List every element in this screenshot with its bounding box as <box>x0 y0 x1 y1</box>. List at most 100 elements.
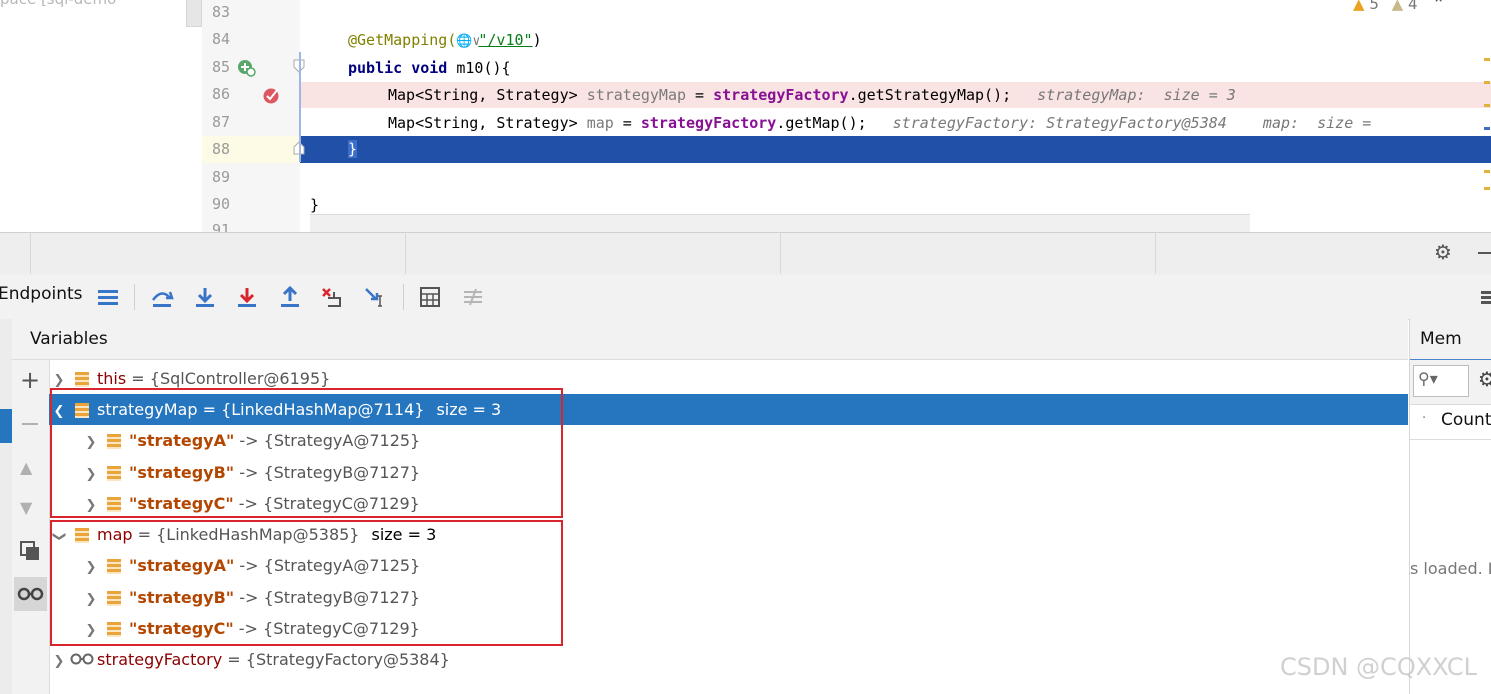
line-number: 83 <box>211 3 230 21</box>
force-step-into-icon[interactable] <box>234 284 260 310</box>
endpoint-gutter-icon[interactable] <box>236 58 256 78</box>
project-scrollbar[interactable] <box>186 0 202 27</box>
project-label: pace [sql-demo <box>0 0 116 8</box>
tab-separator <box>1155 232 1156 274</box>
closing-brace: } <box>310 196 320 214</box>
weak-warning-count: 4 <box>1407 0 1418 13</box>
memory-panel: Mem ⚲▾ ⚙ . Count s loaded. L <box>1409 319 1491 694</box>
variables-header: Variables <box>12 319 1408 360</box>
show-watches-toggle[interactable] <box>14 577 47 611</box>
call: .getStrategyMap(); <box>848 86 1012 104</box>
memory-search-input[interactable]: ⚲▾ <box>1413 365 1469 397</box>
variable: map <box>586 114 614 132</box>
layout-icon[interactable] <box>95 284 121 310</box>
loaded-text: s loaded. L <box>1410 559 1491 578</box>
inspection-widget[interactable]: ▲ 5 ▲ 4 ⌃ <box>1353 0 1445 13</box>
memory-tab-label: Mem <box>1420 329 1462 349</box>
globe-icon[interactable]: 🌐∨ <box>456 28 480 55</box>
variable-value: {SqlController@6195} <box>149 369 331 388</box>
layout-settings-icon[interactable] <box>1472 284 1491 310</box>
mapping-path[interactable]: "/v10" <box>478 31 532 49</box>
tab-separator <box>405 232 406 274</box>
keywords: public void <box>348 59 448 77</box>
count-column-header[interactable]: Count <box>1441 410 1491 430</box>
chevron-up-icon[interactable]: ⌃ <box>1432 0 1445 13</box>
minimize-icon[interactable] <box>1478 252 1491 254</box>
eq: = <box>686 86 714 104</box>
line-number: 84 <box>211 30 230 48</box>
project-tree[interactable]: pace [sql-demo <box>0 0 186 232</box>
watermark: CSDN @CQXXCL <box>1280 653 1477 681</box>
eq: = <box>613 114 641 132</box>
evaluate-expression-icon[interactable] <box>417 284 443 310</box>
code-line-84: @GetMapping(🌐∨"/v10") <box>348 27 542 54</box>
warning-count: 5 <box>1369 0 1379 13</box>
step-out-icon[interactable] <box>277 284 303 310</box>
error-stripe[interactable] <box>1484 58 1490 218</box>
gear-icon[interactable]: ⚙ <box>1478 367 1491 391</box>
field: strategyFactory <box>640 114 777 132</box>
line-number: 90 <box>211 195 230 213</box>
move-down-icon[interactable]: ▼ <box>20 498 32 517</box>
breakpoint-icon[interactable] <box>262 85 282 105</box>
memory-tab[interactable]: Mem <box>1410 319 1491 361</box>
classes-loaded-text: s loaded. L <box>1410 559 1491 578</box>
code-line-86: Map<String, Strategy> strategyMap = stra… <box>388 82 1236 109</box>
tab-separator <box>780 232 781 274</box>
type: Map<String, Strategy> <box>388 114 587 132</box>
tab-endpoints[interactable]: Endpoints <box>0 284 83 304</box>
call: .getMap(); <box>776 114 867 132</box>
memory-search-bar: ⚲▾ ⚙ <box>1410 360 1491 405</box>
toolbar-separator <box>134 284 135 310</box>
type: Map<String, Strategy> <box>388 86 587 104</box>
line-number: 88 <box>211 140 230 158</box>
toolbar-separator <box>403 284 404 310</box>
strategymap-highlight-box <box>50 388 563 518</box>
add-watch-icon[interactable]: + <box>20 368 40 392</box>
debugger-toolbar <box>0 275 1491 320</box>
remove-watch-icon[interactable] <box>22 423 38 425</box>
variable-row-strategyFactory[interactable]: ❯ strategyFactory = {StrategyFactory@5384… <box>49 644 1408 675</box>
map-highlight-box <box>50 520 563 646</box>
closing-brace: } <box>348 140 358 158</box>
equals: = <box>222 650 246 669</box>
column-sort-icon[interactable]: . <box>1422 407 1426 422</box>
editor-horizontal-scrollbar[interactable] <box>310 214 1250 233</box>
gear-icon[interactable]: ⚙ <box>1434 241 1456 263</box>
chevron-right-icon[interactable]: ❯ <box>49 646 69 677</box>
execution-line-highlight <box>300 136 1491 163</box>
inline-debug-value: strategyFactory: StrategyFactory@5384 ma… <box>892 114 1372 132</box>
annotation: @GetMapping( <box>348 31 457 49</box>
line-number: 91 <box>211 221 230 232</box>
debug-tab-bar <box>0 232 1491 276</box>
search-icon: ⚲▾ <box>1418 369 1438 388</box>
run-to-cursor-icon[interactable] <box>362 284 388 310</box>
step-over-icon[interactable] <box>149 284 175 310</box>
duplicate-icon[interactable] <box>19 540 41 562</box>
field-icon <box>75 372 89 387</box>
trace-stream-icon <box>460 284 486 310</box>
move-up-icon[interactable]: ▲ <box>20 458 32 477</box>
frame-selection-marker <box>0 409 12 443</box>
line-number: 89 <box>211 168 230 186</box>
field: strategyFactory <box>713 86 849 104</box>
line-number: 86 <box>211 85 230 103</box>
step-into-icon[interactable] <box>192 284 218 310</box>
watch-glasses-icon <box>69 645 97 676</box>
memory-table-header: . Count <box>1410 405 1491 440</box>
code-line-87: Map<String, Strategy> map = strategyFact… <box>388 110 1371 137</box>
variable-name: this <box>97 369 127 388</box>
equals: = <box>126 369 150 388</box>
drop-frame-icon[interactable] <box>319 284 345 310</box>
code-line-85: public void m10(){ <box>348 55 511 82</box>
paren: ) <box>532 31 542 49</box>
inline-debug-value: strategyMap: size = 3 <box>1037 86 1236 104</box>
variables-title: Variables <box>30 329 108 349</box>
warning-icon: ▲ <box>1353 0 1365 13</box>
variable-name: strategyFactory <box>97 650 223 669</box>
variable: strategyMap <box>586 86 687 104</box>
method-scope-marker <box>299 52 301 162</box>
code-line-88: } <box>348 136 358 163</box>
weak-warning-icon: ▲ <box>1391 0 1404 13</box>
variable-value: {StrategyFactory@5384} <box>245 650 450 669</box>
